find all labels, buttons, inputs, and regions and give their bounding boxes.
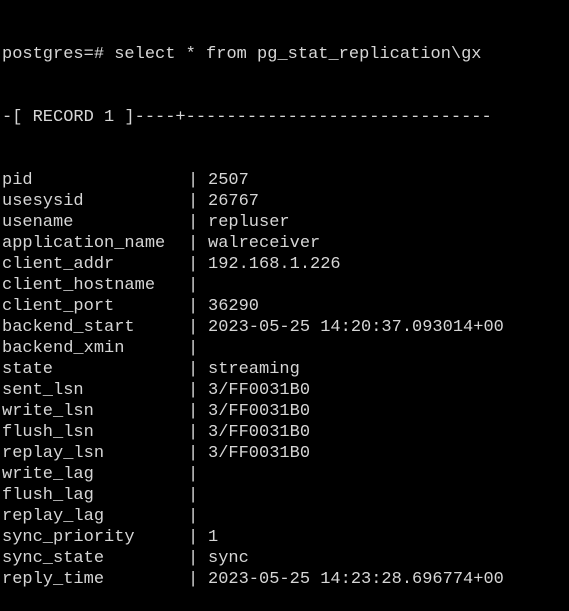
field-name: reply_time: [2, 570, 105, 589]
field-name: application_name: [2, 234, 166, 253]
record-row: reply_time | 2023-05-25 14:23:28.696774+00: [0, 569, 569, 590]
field-name: usesysid: [2, 192, 84, 211]
column-separator: |: [188, 192, 199, 211]
field-name: flush_lag: [2, 486, 94, 505]
record-row: sent_lsn | 3/FF0031B0: [0, 380, 569, 401]
record-row: backend_xmin |: [0, 338, 569, 359]
field-name: replay_lsn: [2, 444, 105, 463]
field-name: write_lsn: [2, 402, 94, 421]
record-row: flush_lag |: [0, 485, 569, 506]
field-value: 1: [208, 528, 219, 547]
record-row: flush_lsn | 3/FF0031B0: [0, 422, 569, 443]
field-name: state: [2, 360, 54, 379]
field-value: 3/FF0031B0: [208, 402, 311, 421]
column-separator: |: [188, 171, 199, 190]
record-row: backend_start | 2023-05-25 14:20:37.093014…: [0, 317, 569, 338]
field-value: 2023-05-25 14:20:37.093014+00: [208, 318, 504, 337]
record-row: usename | repluser: [0, 212, 569, 233]
column-separator: |: [188, 318, 199, 337]
field-name: pid: [2, 171, 33, 190]
record-row: replay_lsn | 3/FF0031B0: [0, 443, 569, 464]
column-separator: |: [188, 507, 199, 526]
column-separator: |: [188, 444, 199, 463]
record-header: -[ RECORD 1 ]----+----------------------…: [2, 108, 492, 127]
field-value: 2023-05-25 14:23:28.696774+00: [208, 570, 504, 589]
column-separator: |: [188, 423, 199, 442]
record-row: sync_state | sync: [0, 548, 569, 569]
field-name: backend_xmin: [2, 339, 125, 358]
column-separator: |: [188, 486, 199, 505]
field-name: client_addr: [2, 255, 115, 274]
field-name: client_hostname: [2, 276, 156, 295]
field-name: sync_state: [2, 549, 105, 568]
field-name: backend_start: [2, 318, 135, 337]
column-separator: |: [188, 276, 199, 295]
column-separator: |: [188, 339, 199, 358]
column-separator: |: [188, 360, 199, 379]
record-row: client_port | 36290: [0, 296, 569, 317]
column-separator: |: [188, 465, 199, 484]
field-name: write_lag: [2, 465, 94, 484]
terminal-window[interactable]: postgres=# select * from pg_stat_replica…: [0, 0, 569, 589]
field-value: 26767: [208, 192, 260, 211]
column-separator: |: [188, 234, 199, 253]
record-row: write_lag |: [0, 464, 569, 485]
sql-command: select * from pg_stat_replication\gx: [114, 45, 482, 64]
record-row: usesysid | 26767: [0, 191, 569, 212]
field-name: sent_lsn: [2, 381, 84, 400]
column-separator: |: [188, 381, 199, 400]
record-row: client_hostname |: [0, 275, 569, 296]
column-separator: |: [188, 570, 199, 589]
field-value: 2507: [208, 171, 249, 190]
field-value: 3/FF0031B0: [208, 381, 311, 400]
record-row: sync_priority | 1: [0, 527, 569, 548]
field-value: walreceiver: [208, 234, 321, 253]
field-value: 3/FF0031B0: [208, 423, 311, 442]
field-value: streaming: [208, 360, 300, 379]
field-name: client_port: [2, 297, 115, 316]
record-row: replay_lag |: [0, 506, 569, 527]
record-rows: pid | 2507 usesysid | 26767 usename | repluser ap…: [0, 170, 569, 590]
column-separator: |: [188, 528, 199, 547]
column-separator: |: [188, 549, 199, 568]
record-row: pid | 2507: [0, 170, 569, 191]
column-separator: |: [188, 402, 199, 421]
command-line: postgres=# select * from pg_stat_replica…: [0, 44, 569, 65]
field-name: flush_lsn: [2, 423, 94, 442]
field-value: 3/FF0031B0: [208, 444, 311, 463]
psql-prompt: postgres=#: [2, 45, 105, 64]
field-name: usename: [2, 213, 74, 232]
field-name: replay_lag: [2, 507, 105, 526]
column-separator: |: [188, 255, 199, 274]
record-row: client_addr | 192.168.1.226: [0, 254, 569, 275]
record-row: state | streaming: [0, 359, 569, 380]
field-value: sync: [208, 549, 249, 568]
column-separator: |: [188, 297, 199, 316]
column-separator: |: [188, 213, 199, 232]
field-value: repluser: [208, 213, 290, 232]
field-value: 36290: [208, 297, 260, 316]
field-name: sync_priority: [2, 528, 135, 547]
record-row: write_lsn | 3/FF0031B0: [0, 401, 569, 422]
field-value: 192.168.1.226: [208, 255, 341, 274]
record-row: application_name | walreceiver: [0, 233, 569, 254]
